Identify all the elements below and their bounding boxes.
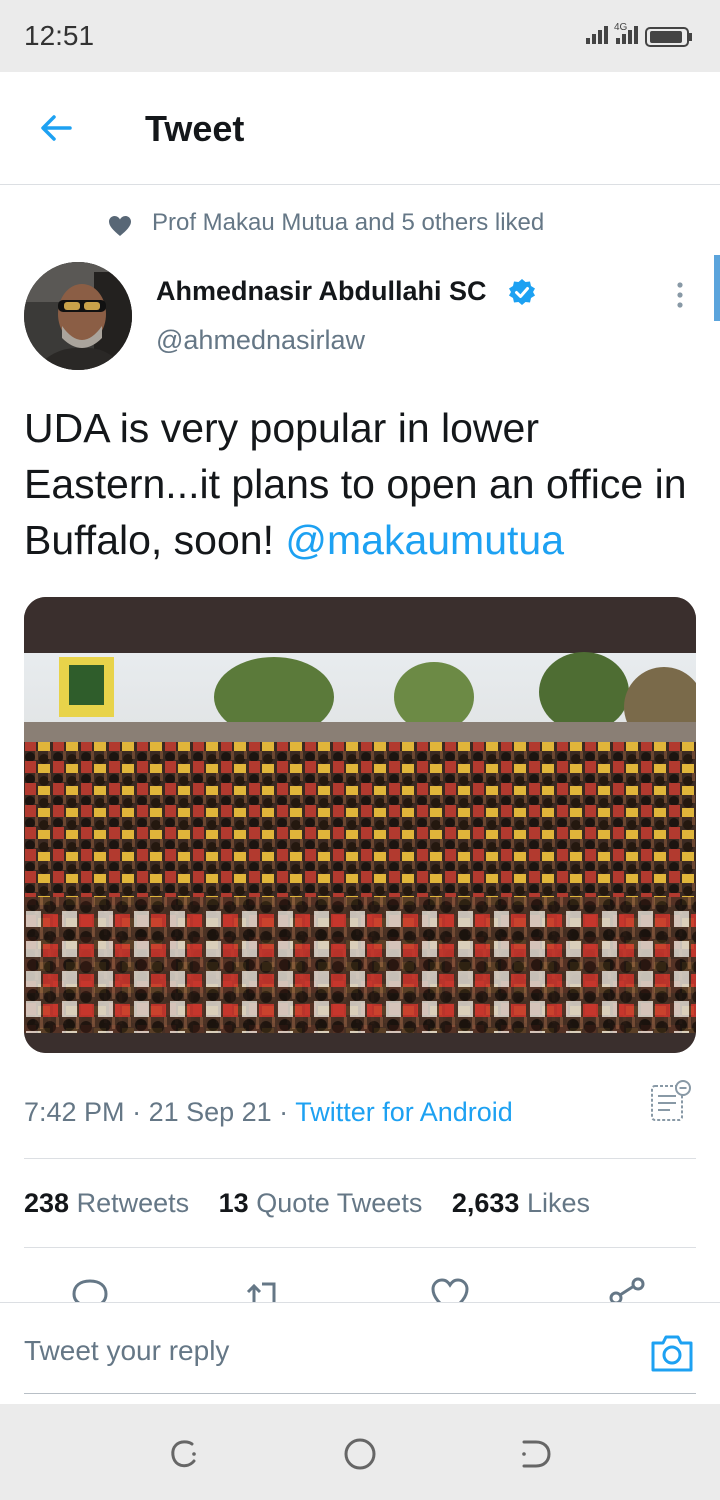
back-nav-icon[interactable] [518, 1436, 554, 1472]
retweets-count: 238 [24, 1188, 70, 1218]
crowd-photo [24, 597, 696, 1053]
meta-separator: · [271, 1097, 296, 1127]
quotes-label: Quote Tweets [256, 1188, 423, 1218]
tweet-text: UDA is very popular in lower Eastern...i… [24, 400, 704, 568]
reply-icon[interactable] [70, 1276, 110, 1302]
arrow-left-icon[interactable] [36, 108, 76, 148]
status-icons: 4G [586, 22, 692, 47]
status-bar: 12:51 4G [0, 0, 720, 72]
tweet-stats: 238 Retweets 13 Quote Tweets 2,633 Likes [24, 1188, 612, 1219]
avatar-image [24, 262, 132, 370]
likes-count: 2,633 [451, 1188, 520, 1218]
network-type: 4G [614, 22, 628, 33]
share-icon[interactable] [608, 1276, 648, 1302]
camera-icon[interactable] [650, 1333, 694, 1373]
tweet-analytics-icon[interactable] [650, 1080, 692, 1122]
scrollbar-thumb[interactable] [714, 255, 720, 321]
tweet-mention-link[interactable]: @makaumutua [285, 517, 564, 563]
likes-stat[interactable]: 2,633 Likes [452, 1188, 590, 1218]
more-options-icon[interactable] [668, 280, 692, 310]
reply-bar: Tweet your reply [0, 1302, 720, 1405]
likes-label: Likes [526, 1188, 590, 1218]
quote-tweets-stat[interactable]: 13 Quote Tweets [219, 1188, 423, 1218]
author-name[interactable]: Ahmednasir Abdullahi SC [156, 276, 487, 307]
retweet-icon[interactable] [246, 1276, 286, 1302]
avatar[interactable] [24, 262, 132, 370]
app-bar: Tweet [0, 72, 720, 185]
social-context-text: Prof Makau Mutua and 5 others liked [152, 209, 545, 236]
tweet-source-link[interactable]: Twitter for Android [295, 1097, 513, 1127]
divider [24, 1247, 696, 1248]
tweet-meta: 7:42 PM · 21 Sep 21 · Twitter for Androi… [24, 1097, 513, 1128]
divider [24, 1158, 696, 1159]
system-nav-bar [0, 1404, 720, 1500]
recent-apps-icon[interactable] [166, 1436, 202, 1472]
status-time: 12:51 [24, 20, 95, 51]
reply-input-underline [24, 1393, 696, 1394]
page-title: Tweet [145, 108, 245, 149]
home-icon[interactable] [342, 1436, 378, 1472]
heart-icon [109, 216, 131, 236]
tweet-date: 21 Sep 21 [148, 1097, 272, 1127]
quotes-count: 13 [218, 1188, 249, 1218]
tweet-actions [0, 1272, 720, 1302]
verified-badge-icon [509, 279, 535, 305]
meta-separator: · [124, 1097, 149, 1127]
reply-input[interactable]: Tweet your reply [24, 1335, 229, 1367]
retweets-stat[interactable]: 238 Retweets [24, 1188, 189, 1218]
tweet-media[interactable] [24, 597, 696, 1053]
retweets-label: Retweets [76, 1188, 190, 1218]
tweet-time: 7:42 PM [24, 1097, 125, 1127]
author-handle[interactable]: @ahmednasirlaw [156, 325, 365, 356]
like-icon[interactable] [430, 1276, 470, 1302]
